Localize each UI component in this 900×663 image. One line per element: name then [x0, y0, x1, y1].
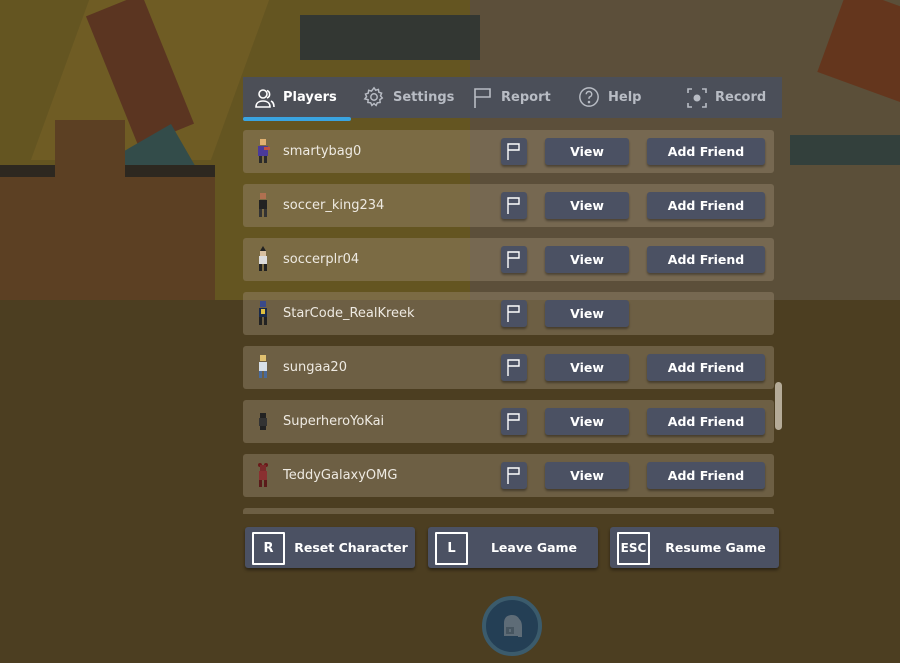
player-name: sungaa20: [283, 360, 347, 375]
reset-character-button[interactable]: R Reset Character: [245, 527, 415, 568]
add-friend-button[interactable]: Add Friend: [647, 192, 765, 219]
gear-icon: [363, 86, 387, 110]
player-row-partial: [243, 508, 774, 514]
view-player-button[interactable]: View: [545, 354, 629, 381]
player-name: TeddyGalaxyOMG: [283, 468, 398, 483]
report-player-button[interactable]: [501, 462, 527, 489]
player-avatar: [255, 408, 271, 434]
record-icon: [685, 86, 709, 110]
view-player-button[interactable]: View: [545, 246, 629, 273]
view-player-button[interactable]: View: [545, 138, 629, 165]
tab-help[interactable]: Help: [578, 77, 641, 118]
player-name: smartybag0: [283, 144, 362, 159]
flag-icon: [507, 412, 520, 430]
active-tab-indicator: [243, 117, 351, 121]
help-icon: [578, 86, 602, 110]
flag-icon: [471, 86, 495, 110]
player-list: smartybag0 View Add Friend soccer_king23…: [243, 128, 774, 514]
backpack-icon: [504, 615, 522, 637]
view-player-button[interactable]: View: [545, 300, 629, 327]
flag-icon: [507, 358, 520, 376]
leave-game-button[interactable]: L Leave Game: [428, 527, 598, 568]
player-avatar: [255, 246, 271, 272]
flag-icon: [507, 304, 520, 322]
player-avatar: [255, 354, 271, 380]
report-player-button[interactable]: [501, 408, 527, 435]
reset-character-label: Reset Character: [294, 540, 408, 555]
player-row: smartybag0 View Add Friend: [243, 130, 774, 173]
view-player-button[interactable]: View: [545, 408, 629, 435]
keybind-esc: ESC: [617, 532, 650, 565]
player-avatar: [255, 192, 271, 218]
report-player-button[interactable]: [501, 192, 527, 219]
player-row: soccer_king234 View Add Friend: [243, 184, 774, 227]
player-avatar: [255, 462, 271, 488]
resume-game-label: Resume Game: [665, 540, 766, 555]
report-player-button[interactable]: [501, 246, 527, 273]
player-row: soccerplr04 View Add Friend: [243, 238, 774, 281]
tab-help-label: Help: [608, 90, 642, 105]
player-avatar: [255, 138, 271, 164]
flag-icon: [507, 142, 520, 160]
player-row: TeddyGalaxyOMG View Add Friend: [243, 454, 774, 497]
player-row: StarCode_RealKreek View: [243, 292, 774, 335]
player-row: SuperheroYoKai View Add Friend: [243, 400, 774, 443]
player-name: StarCode_RealKreek: [283, 306, 415, 321]
backpack-button[interactable]: [482, 596, 542, 656]
tab-report-label: Report: [501, 90, 551, 105]
add-friend-button[interactable]: Add Friend: [647, 408, 765, 435]
report-player-button[interactable]: [501, 354, 527, 381]
tab-report[interactable]: Report: [471, 77, 551, 118]
add-friend-button[interactable]: Add Friend: [647, 138, 765, 165]
keybind-r: R: [252, 532, 285, 565]
add-friend-button[interactable]: Add Friend: [647, 462, 765, 489]
keybind-l: L: [435, 532, 468, 565]
view-player-button[interactable]: View: [545, 192, 629, 219]
report-player-button[interactable]: [501, 138, 527, 165]
report-player-button[interactable]: [501, 300, 527, 327]
player-name: soccer_king234: [283, 198, 385, 213]
menu-tab-bar: Players Settings Report Help Record: [243, 77, 782, 121]
tab-players[interactable]: Players: [243, 77, 351, 121]
tab-settings-label: Settings: [393, 90, 455, 105]
tab-record[interactable]: Record: [685, 77, 766, 118]
flag-icon: [507, 196, 520, 214]
tab-players-label: Players: [283, 90, 337, 105]
player-list-scrollbar[interactable]: [775, 382, 782, 430]
view-player-button[interactable]: View: [545, 462, 629, 489]
player-row: sungaa20 View Add Friend: [243, 346, 774, 389]
player-name: soccerplr04: [283, 252, 360, 267]
tab-record-label: Record: [715, 90, 767, 105]
leave-game-label: Leave Game: [490, 540, 578, 555]
resume-game-button[interactable]: ESC Resume Game: [610, 527, 779, 568]
flag-icon: [507, 466, 520, 484]
players-icon: [253, 86, 277, 110]
tab-settings[interactable]: Settings: [363, 77, 454, 118]
flag-icon: [507, 250, 520, 268]
player-avatar: [255, 300, 271, 326]
player-name: SuperheroYoKai: [283, 414, 385, 429]
add-friend-button[interactable]: Add Friend: [647, 246, 765, 273]
add-friend-button[interactable]: Add Friend: [647, 354, 765, 381]
